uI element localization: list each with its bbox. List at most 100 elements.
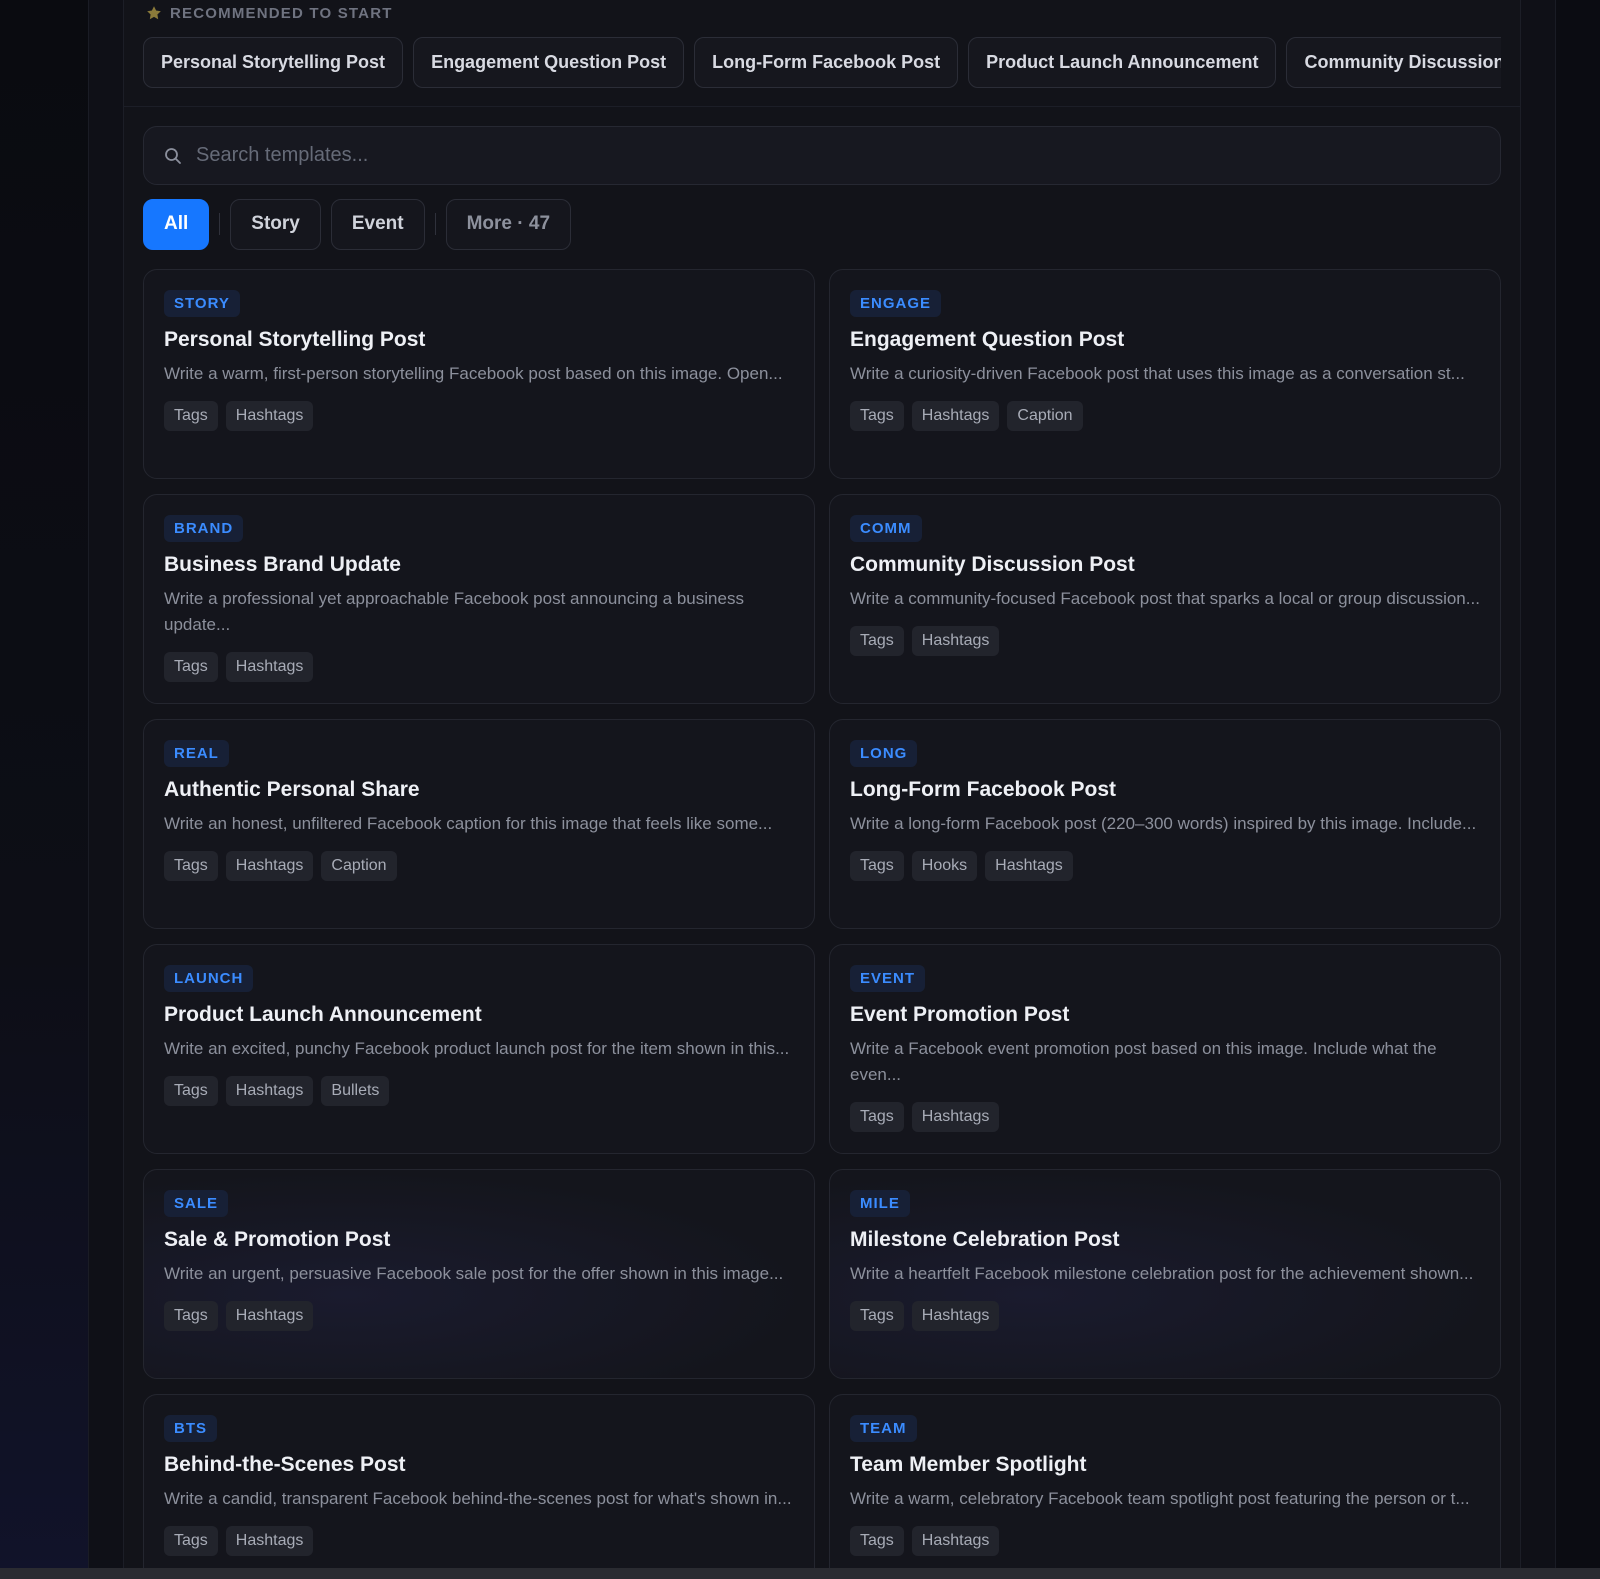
recommended-title: RECOMMENDED TO START — [170, 4, 393, 22]
page-background — [0, 0, 88, 1579]
filter-bar: All Story Event More · 47 — [143, 198, 572, 250]
category-badge: LONG — [850, 740, 918, 767]
template-card[interactable]: REAL Authentic Personal Share Write an hon… — [143, 719, 815, 929]
template-description: Write a warm, celebratory Facebook team … — [850, 1489, 1470, 1508]
tag-list: Tags Hashtags — [850, 626, 1480, 656]
tag-list: Tags Hashtags — [850, 1301, 1480, 1331]
bottom-bar — [0, 1568, 1600, 1579]
tag-chip: Hashtags — [225, 851, 314, 881]
tag-chip: Hashtags — [911, 1102, 1000, 1132]
tag-chip: Hashtags — [911, 1301, 1000, 1331]
template-card[interactable]: LAUNCH Product Launch Announcement Write a… — [143, 944, 815, 1154]
template-description: Write a candid, transparent Facebook beh… — [164, 1489, 792, 1508]
recommended-chip[interactable]: Product Launch Announcement — [968, 37, 1277, 88]
template-title: Community Discussion Post — [850, 553, 1135, 576]
tag-chip: Bullets — [321, 1076, 390, 1106]
filter-more-button[interactable]: More · 47 — [445, 198, 572, 250]
template-card[interactable]: TEAM Team Member Spotlight Write a warm, c… — [829, 1394, 1501, 1579]
tag-chip: Tags — [850, 851, 904, 881]
template-description: Write a long-form Facebook post (220–300… — [850, 814, 1477, 833]
template-card[interactable]: BTS Behind-the-Scenes Post Write a candid,… — [143, 1394, 815, 1579]
category-badge: MILE — [850, 1190, 910, 1217]
template-card[interactable]: STORY Personal Storytelling Post Write a w… — [143, 269, 815, 479]
category-badge: BRAND — [164, 515, 244, 542]
template-description: Write an honest, unfiltered Facebook cap… — [164, 814, 773, 833]
template-card[interactable]: LONG Long-Form Facebook Post Write a long-… — [829, 719, 1501, 929]
template-description: Write a curiosity-driven Facebook post t… — [850, 364, 1465, 383]
recommended-chip[interactable]: Engagement Question Post — [413, 37, 685, 88]
tag-chip: Hashtags — [911, 1526, 1000, 1556]
template-title: Event Promotion Post — [850, 1003, 1070, 1026]
template-description: Write a community-focused Facebook post … — [850, 589, 1480, 608]
template-title: Business Brand Update — [164, 553, 401, 576]
search-bar[interactable] — [143, 126, 1501, 185]
category-badge: LAUNCH — [164, 965, 254, 992]
category-badge: TEAM — [850, 1415, 917, 1442]
tag-list: Tags Hashtags Bullets — [164, 1076, 794, 1106]
filter-story-button[interactable]: Story — [230, 198, 321, 250]
tag-chip: Hashtags — [225, 1526, 314, 1556]
template-card[interactable]: COMM Community Discussion Post Write a com… — [829, 494, 1501, 704]
tag-chip: Tags — [850, 626, 904, 656]
template-grid: STORY Personal Storytelling Post Write a w… — [143, 269, 1501, 1579]
tag-chip: Tags — [850, 1102, 904, 1132]
category-badge: SALE — [164, 1190, 229, 1217]
tag-chip: Tags — [164, 851, 218, 881]
template-title: Personal Storytelling Post — [164, 328, 426, 351]
template-title: Milestone Celebration Post — [850, 1228, 1120, 1251]
tag-list: Tags Hashtags Caption — [164, 851, 794, 881]
tag-chip: Caption — [1007, 401, 1083, 431]
template-description: Write an excited, punchy Facebook produc… — [164, 1039, 790, 1058]
filter-all-button[interactable]: All — [143, 198, 210, 250]
tag-chip: Caption — [321, 851, 397, 881]
tag-chip: Tags — [850, 1526, 904, 1556]
filter-separator — [219, 213, 221, 235]
tag-chip: Hashtags — [225, 1301, 314, 1331]
category-badge: STORY — [164, 290, 240, 317]
template-card[interactable]: ENGAGE Engagement Question Post Write a cu… — [829, 269, 1501, 479]
template-card[interactable]: EVENT Event Promotion Post Write a Faceboo… — [829, 944, 1501, 1154]
tag-list: Tags Hashtags — [164, 401, 794, 431]
template-title: Behind-the-Scenes Post — [164, 1453, 406, 1476]
category-badge: BTS — [164, 1415, 217, 1442]
tag-chip: Tags — [164, 1301, 218, 1331]
template-description: Write a warm, first-person storytelling … — [164, 364, 783, 383]
search-input[interactable] — [196, 135, 1500, 176]
template-description: Write an urgent, persuasive Facebook sal… — [164, 1264, 784, 1283]
recommended-chip[interactable]: Long-Form Facebook Post — [694, 37, 959, 88]
category-badge: EVENT — [850, 965, 926, 992]
tag-chip: Hashtags — [911, 401, 1000, 431]
recommended-chip[interactable]: Community Discussion Post — [1286, 37, 1501, 88]
template-card[interactable]: SALE Sale & Promotion Post Write an urgent… — [143, 1169, 815, 1379]
tag-list: Tags Hooks Hashtags — [850, 851, 1480, 881]
tag-chip: Hooks — [911, 851, 978, 881]
template-description: Write a heartfelt Facebook milestone cel… — [850, 1264, 1474, 1283]
recommended-chip[interactable]: Personal Storytelling Post — [143, 37, 404, 88]
filter-event-button[interactable]: Event — [330, 198, 425, 250]
category-badge: REAL — [164, 740, 229, 767]
divider — [123, 106, 1521, 107]
tag-chip: Tags — [164, 1076, 218, 1106]
template-title: Authentic Personal Share — [164, 778, 420, 801]
tag-chip: Tags — [850, 401, 904, 431]
tag-chip: Hashtags — [985, 851, 1073, 881]
tag-chip: Hashtags — [225, 652, 314, 682]
tag-list: Tags Hashtags — [850, 1526, 1480, 1556]
filter-separator — [434, 213, 436, 235]
template-title: Team Member Spotlight — [850, 1453, 1087, 1476]
template-title: Sale & Promotion Post — [164, 1228, 391, 1251]
tag-chip: Hashtags — [911, 626, 1000, 656]
star-icon — [146, 5, 162, 21]
template-card[interactable]: MILE Milestone Celebration Post Write a he… — [829, 1169, 1501, 1379]
template-title: Engagement Question Post — [850, 328, 1125, 351]
template-title: Product Launch Announcement — [164, 1003, 482, 1026]
template-description: Write a professional yet approachable Fa… — [164, 589, 744, 634]
tag-chip: Tags — [164, 652, 218, 682]
tag-chip: Hashtags — [225, 401, 314, 431]
recommended-row: Personal Storytelling Post Engagement Qu… — [143, 37, 1501, 89]
search-icon — [164, 147, 182, 165]
template-card[interactable]: BRAND Business Brand Update Write a profes… — [143, 494, 815, 704]
tag-chip: Tags — [164, 401, 218, 431]
category-badge: COMM — [850, 515, 922, 542]
tag-list: Tags Hashtags — [850, 1102, 1480, 1132]
